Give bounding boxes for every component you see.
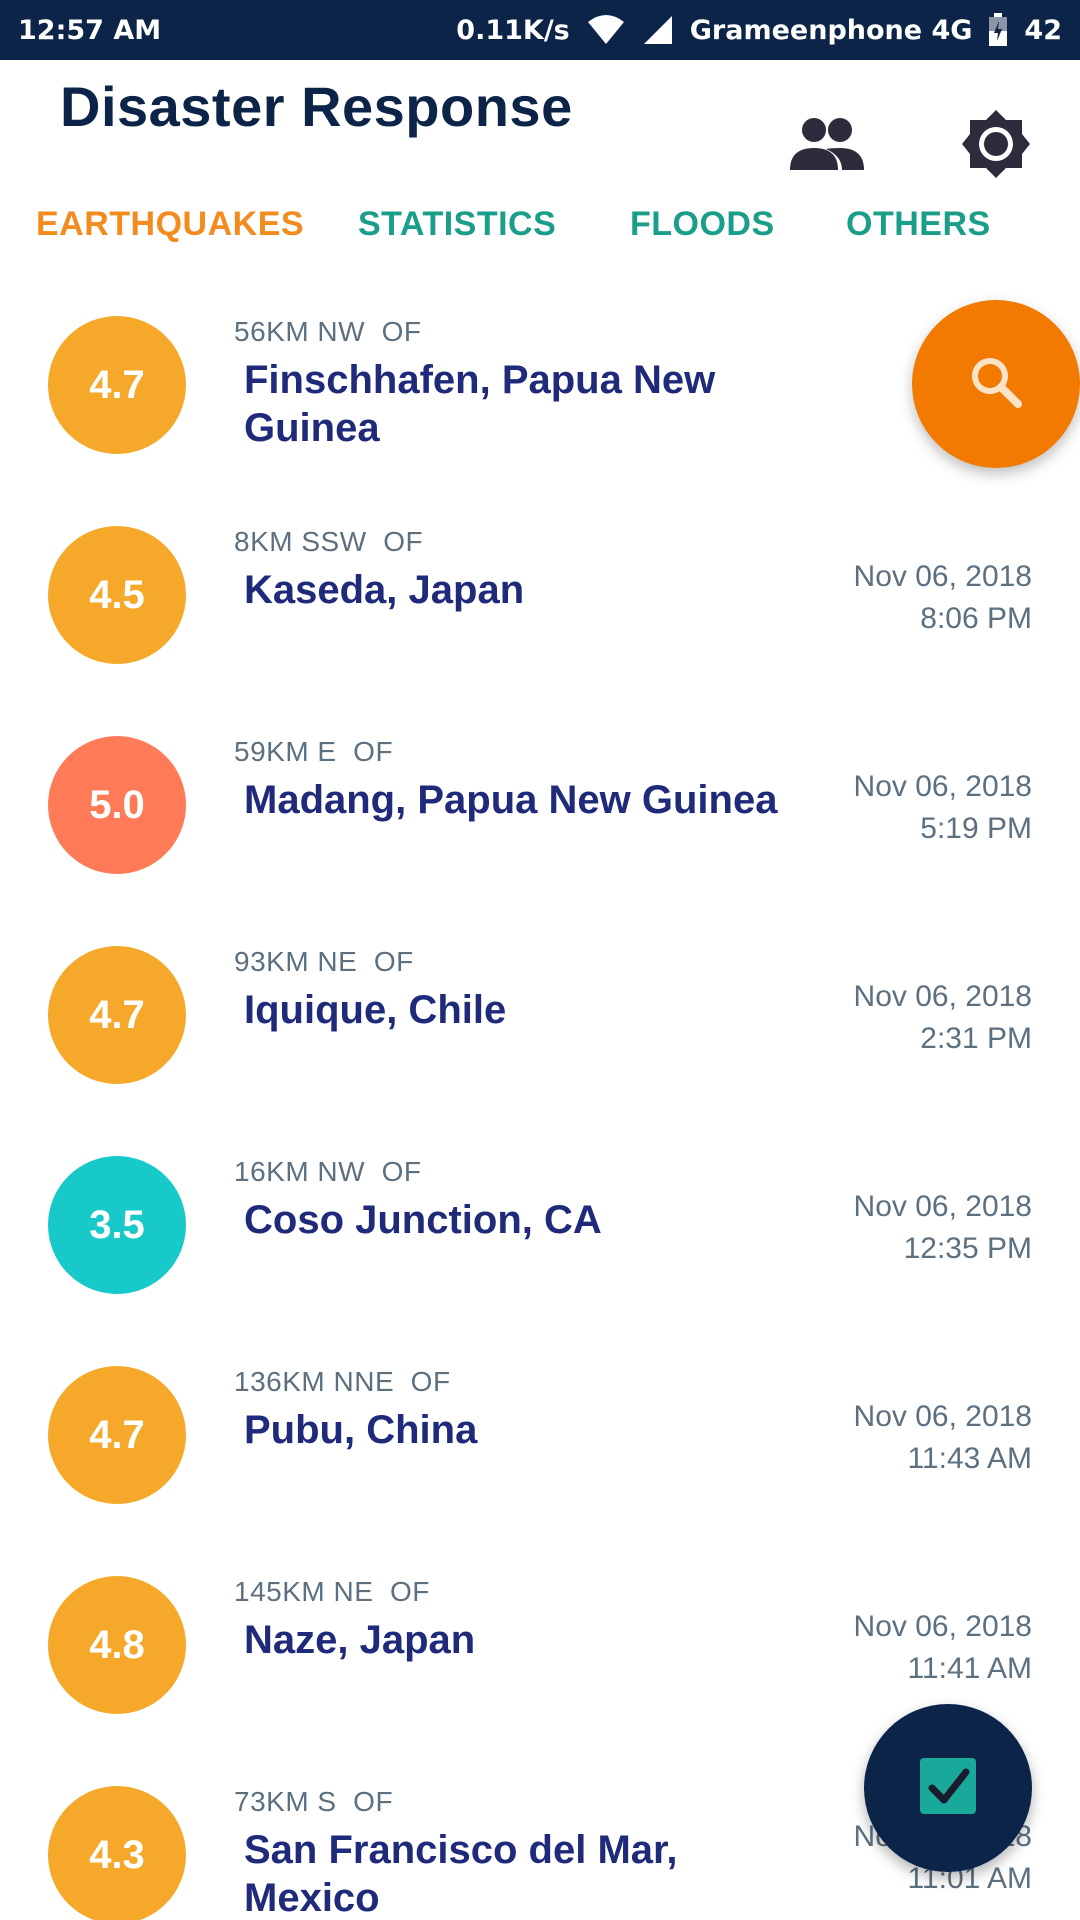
status-bar: 12:57 AM 0.11K/s Grameenphone 4G 42 bbox=[0, 0, 1080, 60]
location-offset: 59KM E OF bbox=[234, 736, 394, 767]
time: 11:41 AM bbox=[907, 1652, 1032, 1685]
location-name: Naze, Japan bbox=[244, 1618, 476, 1662]
location-offset: 56KM NW OF bbox=[234, 316, 422, 347]
date: Nov 06, 2018 bbox=[853, 980, 1032, 1013]
location-offset: 8KM SSW OF bbox=[234, 526, 424, 557]
time: 5:19 PM bbox=[920, 812, 1032, 845]
list-item[interactable]: 4.7 93KM NE OF Iquique, Chile Nov 06, 20… bbox=[0, 910, 1080, 1120]
people-icon[interactable] bbox=[786, 116, 866, 177]
settings-icon[interactable] bbox=[960, 108, 1032, 185]
magnitude-badge: 4.7 bbox=[48, 946, 186, 1084]
date: Nov 06, 2018 bbox=[853, 1190, 1032, 1223]
tab-bar: EARTHQUAKES STATISTICS FLOODS OTHERS bbox=[0, 205, 1080, 257]
date: Nov 06, 2018 bbox=[853, 770, 1032, 803]
list-item[interactable]: 5.0 59KM E OF Madang, Papua New Guinea N… bbox=[0, 700, 1080, 910]
date-time: Nov 06, 2018 11:43 AM bbox=[772, 1396, 1032, 1480]
date-time: Nov 06, 2018 12:35 PM bbox=[772, 1186, 1032, 1270]
magnitude-badge: 4.8 bbox=[48, 1576, 186, 1714]
tab-earthquakes[interactable]: EARTHQUAKES bbox=[36, 205, 304, 244]
status-time: 12:57 AM bbox=[18, 14, 162, 46]
magnitude-badge: 5.0 bbox=[48, 736, 186, 874]
time: 8:06 PM bbox=[920, 602, 1032, 635]
magnitude-badge: 3.5 bbox=[48, 1156, 186, 1294]
date: Nov 06, 2018 bbox=[853, 1610, 1032, 1643]
battery-icon bbox=[988, 13, 1008, 47]
magnitude-badge: 4.5 bbox=[48, 526, 186, 664]
time: 2:31 PM bbox=[920, 1022, 1032, 1055]
wifi-icon bbox=[586, 14, 626, 46]
list-item[interactable]: 4.5 8KM SSW OF Kaseda, Japan Nov 06, 201… bbox=[0, 490, 1080, 700]
app-title: Disaster Response bbox=[60, 75, 573, 138]
location-name: Kaseda, Japan bbox=[244, 568, 525, 612]
magnitude-badge: 4.3 bbox=[48, 1786, 186, 1920]
time: 12:35 PM bbox=[903, 1232, 1032, 1265]
location-name: Pubu, China bbox=[244, 1408, 478, 1452]
search-button[interactable] bbox=[912, 300, 1080, 468]
date-time: Nov 06, 2018 5:19 PM bbox=[772, 766, 1032, 850]
checklist-button[interactable] bbox=[864, 1704, 1032, 1872]
tab-others[interactable]: OTHERS bbox=[846, 205, 991, 244]
date-time: Nov 06, 2018 2:31 PM bbox=[772, 976, 1032, 1060]
magnitude-badge: 4.7 bbox=[48, 1366, 186, 1504]
location-offset: 136KM NNE OF bbox=[234, 1366, 451, 1397]
earthquake-list: 4.7 56KM NW OF Finschhafen, Papua New Gu… bbox=[0, 280, 1080, 1920]
date-time: Nov 06, 2018 11:41 AM bbox=[772, 1606, 1032, 1690]
date: Nov 06, 2018 bbox=[853, 1400, 1032, 1433]
location-offset: 145KM NE OF bbox=[234, 1576, 430, 1607]
location-name: Finschhafen, Papua New Guinea bbox=[244, 358, 716, 450]
signal-icon bbox=[642, 14, 674, 46]
tab-floods[interactable]: FLOODS bbox=[630, 205, 775, 244]
battery-level: 42 bbox=[1024, 14, 1062, 46]
list-item[interactable]: 3.5 16KM NW OF Coso Junction, CA Nov 06,… bbox=[0, 1120, 1080, 1330]
location-name: San Francisco del Mar, Mexico bbox=[244, 1828, 678, 1920]
search-icon bbox=[966, 352, 1026, 417]
location-offset: 16KM NW OF bbox=[234, 1156, 422, 1187]
status-speed: 0.11K/s bbox=[456, 14, 570, 46]
checklist-icon bbox=[916, 1754, 980, 1823]
list-item[interactable]: 4.7 136KM NNE OF Pubu, China Nov 06, 201… bbox=[0, 1330, 1080, 1540]
time: 11:43 AM bbox=[907, 1442, 1032, 1475]
location-name: Madang, Papua New Guinea bbox=[244, 778, 778, 822]
status-carrier: Grameenphone 4G bbox=[689, 14, 973, 46]
date-time: Nov 06, 2018 8:06 PM bbox=[772, 556, 1032, 640]
magnitude-badge: 4.7 bbox=[48, 316, 186, 454]
location-name: Iquique, Chile bbox=[244, 988, 507, 1032]
location-offset: 73KM S OF bbox=[234, 1786, 394, 1817]
location-offset: 93KM NE OF bbox=[234, 946, 414, 977]
time: 11:01 AM bbox=[907, 1862, 1032, 1895]
tab-statistics[interactable]: STATISTICS bbox=[358, 205, 556, 244]
location-name: Coso Junction, CA bbox=[244, 1198, 602, 1242]
date: Nov 06, 2018 bbox=[853, 560, 1032, 593]
